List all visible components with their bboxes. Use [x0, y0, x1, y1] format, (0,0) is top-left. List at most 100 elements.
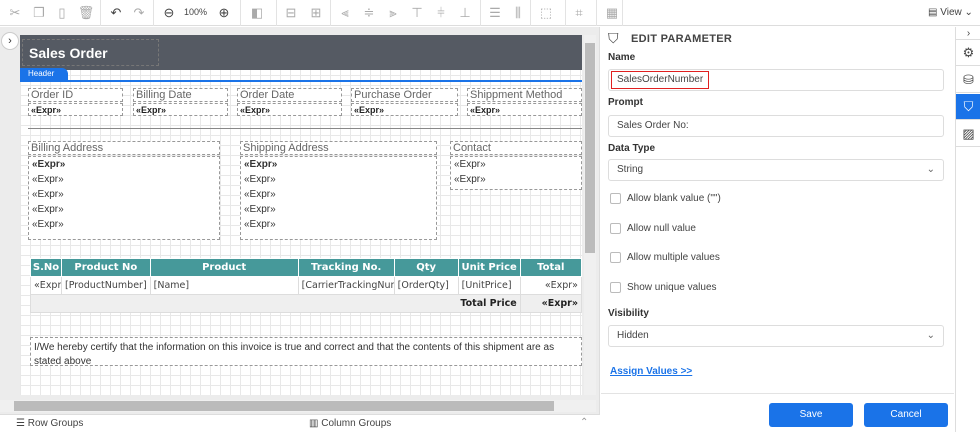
- order-items-table[interactable]: S.No Product No Product Tracking No. Qty…: [30, 258, 582, 313]
- zoom-out-icon[interactable]: ⊖: [160, 4, 178, 22]
- paste-icon[interactable]: ▯: [53, 4, 71, 22]
- report-title[interactable]: Sales Order: [22, 39, 159, 66]
- chevron-down-icon: ⌄: [926, 164, 935, 175]
- distribute-vertical-icon[interactable]: ☰: [486, 4, 504, 22]
- contact-label[interactable]: Contact: [450, 141, 582, 155]
- database-icon[interactable]: ⛁: [956, 67, 980, 93]
- split-cell-icon[interactable]: ⊟: [282, 4, 300, 22]
- vertical-scrollbar[interactable]: [584, 35, 596, 395]
- allow-blank-checkbox[interactable]: Allow blank value (""): [610, 193, 721, 204]
- assign-values-link[interactable]: Assign Values >>: [610, 366, 692, 377]
- column-groups-button[interactable]: ▥ Column Groups: [309, 418, 391, 429]
- order-id-expr[interactable]: «Expr»: [28, 103, 123, 116]
- purchase-order-label[interactable]: Purchase Order: [351, 88, 458, 102]
- show-unique-checkbox[interactable]: Show unique values: [610, 282, 717, 293]
- column-groups-icon: ▥: [309, 418, 322, 429]
- filter-icon: ⛉: [608, 30, 619, 46]
- contact-box[interactable]: «Expr» «Expr»: [450, 156, 582, 190]
- col-total[interactable]: Total: [519, 258, 582, 277]
- total-price-expr[interactable]: «Expr»: [519, 294, 582, 313]
- header-divider: [20, 80, 582, 82]
- prompt-label: Prompt: [608, 97, 643, 108]
- undo-icon[interactable]: ↶: [107, 4, 125, 22]
- shipping-address-label[interactable]: Shipping Address: [240, 141, 437, 155]
- col-product-no[interactable]: Product No: [61, 258, 151, 277]
- expand-left-panel-button[interactable]: ›: [1, 32, 19, 50]
- align-right-icon[interactable]: ⫸: [384, 4, 402, 22]
- merge-cell-icon[interactable]: ⊞: [307, 4, 325, 22]
- view-dropdown[interactable]: ▤ View ⌄: [928, 7, 973, 18]
- fill-color-icon[interactable]: ◧: [248, 4, 266, 22]
- name-input[interactable]: SalesOrderNumber: [608, 69, 944, 91]
- cancel-button[interactable]: Cancel: [864, 403, 948, 427]
- cell-product-no[interactable]: [ProductNumber]: [61, 276, 151, 295]
- visibility-select[interactable]: Hidden ⌄: [608, 325, 944, 347]
- col-unit-price[interactable]: Unit Price: [457, 258, 521, 277]
- align-left-icon[interactable]: ⫷: [336, 4, 354, 22]
- billing-date-expr[interactable]: «Expr»: [133, 103, 228, 116]
- cell-qty[interactable]: [OrderQty]: [393, 276, 459, 295]
- distribute-horizontal-icon[interactable]: ⫼: [509, 4, 527, 22]
- header-section-tab[interactable]: Header: [20, 68, 68, 80]
- prompt-input[interactable]: Sales Order No:: [608, 115, 944, 137]
- right-icon-bar: › ⚙ ⛁ ⛉ ▨: [955, 27, 980, 432]
- chevron-down-icon: ⌄: [926, 330, 935, 341]
- collapse-panel-icon[interactable]: ›: [956, 27, 980, 40]
- billing-address-box[interactable]: «Expr» «Expr» «Expr» «Expr» «Expr»: [28, 156, 220, 240]
- design-canvas: › Sales Order Header Order ID «Expr» Bil…: [0, 27, 600, 414]
- gear-icon[interactable]: ⚙: [956, 40, 980, 66]
- collapse-up-icon[interactable]: ⌃: [580, 417, 588, 428]
- cell-product[interactable]: [Name]: [149, 276, 299, 295]
- cut-icon[interactable]: ✂: [6, 4, 24, 22]
- horizontal-scrollbar[interactable]: [0, 400, 596, 412]
- name-label: Name: [608, 52, 636, 63]
- parameter-filter-icon[interactable]: ⛉: [956, 94, 980, 120]
- row-groups-button[interactable]: ☰ Row Groups: [16, 418, 83, 429]
- col-tracking-no[interactable]: Tracking No.: [297, 258, 395, 277]
- grid-lines-icon[interactable]: ▦: [603, 4, 621, 22]
- table-total-row: Total Price «Expr»: [30, 294, 582, 313]
- size-icon[interactable]: ⬚: [537, 4, 555, 22]
- col-product[interactable]: Product: [149, 258, 299, 277]
- image-settings-icon[interactable]: ▨: [956, 121, 980, 147]
- cell-total[interactable]: «Expr»: [519, 276, 582, 295]
- purchase-order-expr[interactable]: «Expr»: [351, 103, 458, 116]
- total-price-label[interactable]: Total Price: [30, 294, 521, 313]
- align-center-icon[interactable]: ≑: [360, 4, 378, 22]
- certification-text[interactable]: I/We hereby certify that the information…: [30, 337, 582, 366]
- visibility-label: Visibility: [608, 308, 649, 319]
- divider: [601, 393, 954, 394]
- align-middle-icon[interactable]: ⫩: [432, 4, 450, 22]
- allow-multiple-checkbox[interactable]: Allow multiple values: [610, 252, 720, 263]
- col-sno[interactable]: S.No: [30, 258, 62, 277]
- data-type-select[interactable]: String ⌄: [608, 159, 944, 181]
- separator-line[interactable]: [28, 128, 582, 129]
- align-bottom-icon[interactable]: ⊥: [456, 4, 474, 22]
- cell-unit-price[interactable]: [UnitPrice]: [457, 276, 521, 295]
- allow-null-checkbox[interactable]: Allow null value: [610, 223, 696, 234]
- shipping-address-box[interactable]: «Expr» «Expr» «Expr» «Expr» «Expr»: [240, 156, 437, 240]
- align-top-icon[interactable]: ⊤: [408, 4, 426, 22]
- snap-grid-icon[interactable]: ⌗: [570, 4, 588, 22]
- col-qty[interactable]: Qty: [393, 258, 459, 277]
- billing-date-label[interactable]: Billing Date: [133, 88, 228, 102]
- order-date-expr[interactable]: «Expr»: [237, 103, 342, 116]
- groups-bar: ☰ Row Groups ▥ Column Groups ⌃: [0, 414, 600, 432]
- edit-parameter-panel: ⛉ EDIT PARAMETER Name SalesOrderNumber P…: [601, 27, 954, 432]
- cell-sno[interactable]: «Expr»: [30, 276, 62, 295]
- save-button[interactable]: Save: [769, 403, 853, 427]
- zoom-in-icon[interactable]: ⊕: [215, 4, 233, 22]
- order-date-label[interactable]: Order Date: [237, 88, 342, 102]
- redo-icon[interactable]: ↷: [130, 4, 148, 22]
- cell-tracking-no[interactable]: [CarrierTrackingNumber]: [297, 276, 395, 295]
- toolbar: ✂ ❐ ▯ 🗑 ↶ ↷ ⊖ 100% ⊕ ◧ ⊟ ⊞ ⫷ ≑ ⫸ ⊤ ⫩ ⊥ ☰…: [0, 0, 980, 26]
- delete-icon[interactable]: 🗑: [77, 4, 95, 22]
- shipment-method-expr[interactable]: «Expr»: [467, 103, 582, 116]
- table-header-row: S.No Product No Product Tracking No. Qty…: [30, 258, 582, 277]
- shipment-method-label[interactable]: Shippment Method: [467, 88, 582, 102]
- report-page[interactable]: Sales Order Header Order ID «Expr» Billi…: [20, 35, 582, 395]
- name-value: SalesOrderNumber: [611, 71, 710, 89]
- billing-address-label[interactable]: Billing Address: [28, 141, 220, 155]
- copy-icon[interactable]: ❐: [30, 4, 48, 22]
- order-id-label[interactable]: Order ID: [28, 88, 123, 102]
